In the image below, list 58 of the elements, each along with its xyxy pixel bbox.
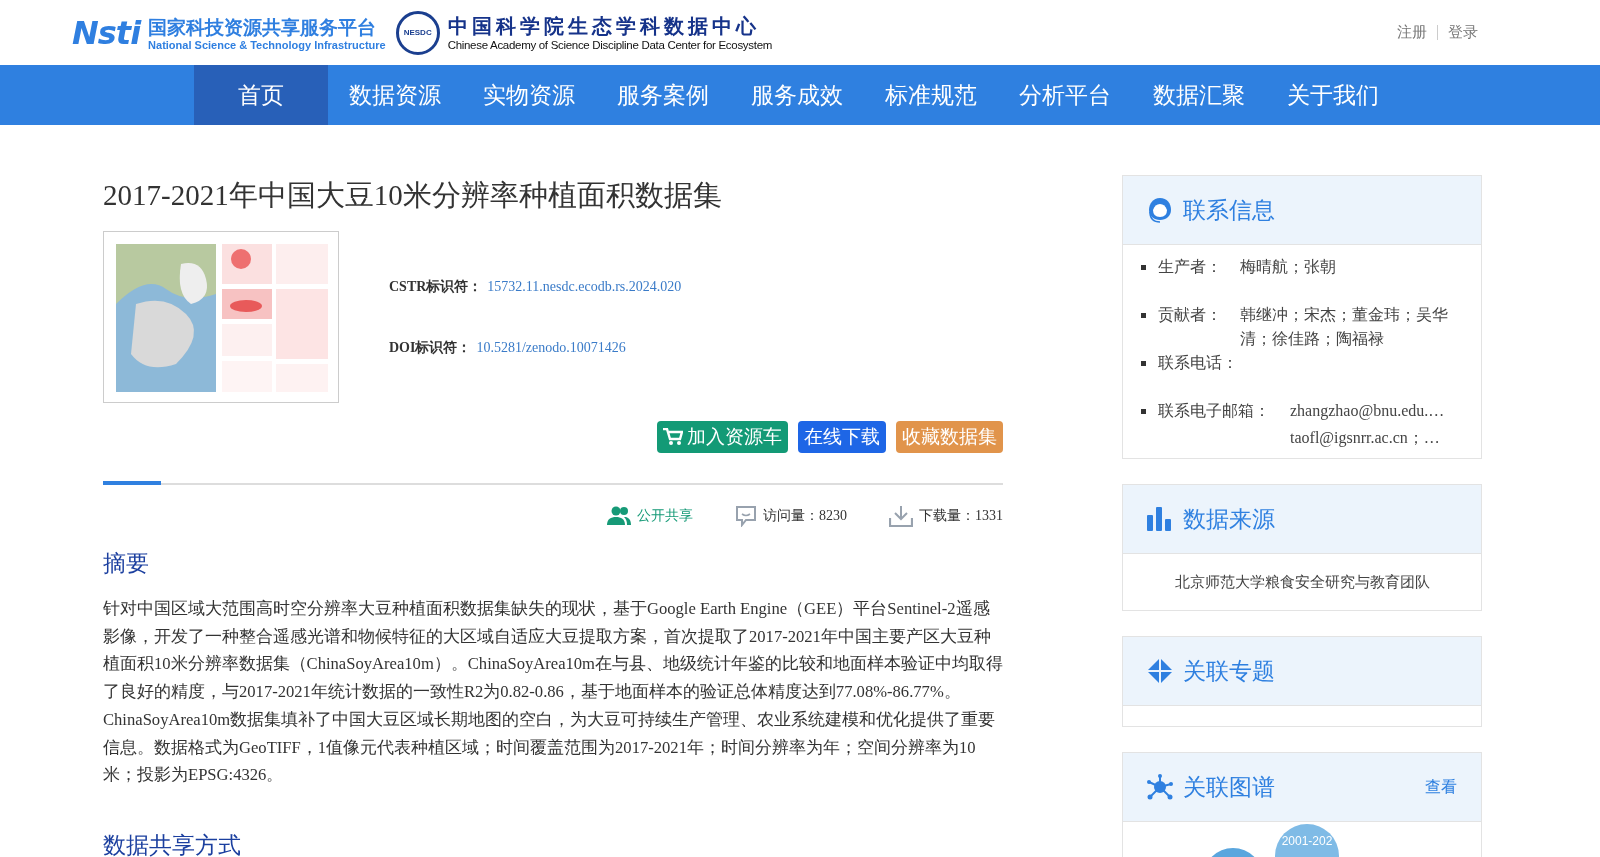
view-link[interactable]: 查看 xyxy=(1425,776,1457,798)
download-icon xyxy=(889,505,913,527)
list-bullet xyxy=(1141,361,1146,366)
quadrant-icon xyxy=(1147,658,1173,684)
nav-item[interactable]: 分析平台 xyxy=(998,65,1132,125)
identifier-label: CSTR标识符： xyxy=(389,279,483,294)
contact-value: 梅晴航；张朝 xyxy=(1240,257,1336,278)
stat-text: 访问量：8230 xyxy=(763,507,847,525)
bar-chart-icon xyxy=(1147,507,1173,531)
stat-text: 公开共享 xyxy=(637,507,693,525)
nav-item[interactable]: 实物资源 xyxy=(462,65,596,125)
source-text: 北京师范大学粮食安全研究与教育团队 xyxy=(1174,572,1430,592)
stat-text: 下载量：1331 xyxy=(919,507,1003,525)
contact-label: 生产者： xyxy=(1158,257,1223,278)
users-icon xyxy=(607,506,631,526)
contact-label: 联系电话： xyxy=(1158,353,1239,374)
abstract-text: 针对中国区域大范围高时空分辨率大豆种植面积数据集缺失的现状，基于Google Earth Engine（GEE）平台Sentinel-2遥感影像，开发了一种整合遥感光谱和物候特征的大区域自适应大豆提取方案，首次提取了2017-2021年中国主要产区大豆种植面积10米分辨率数据集（ChinaSoyArea10m）。ChinaSoyArea10m在与县、地级统计年鉴的比较和地面样本验证中均取得了良好的精度，与2017-2021年统计数据的一致性R2为0.82-0.86，基于地面样本的验证总体精度达到77.08%-86.77%。ChinaSoyArea10m数据集填补了中国大豆区域长期地图的空白，为大豆可持续生产管理、农业系统建模和优化提供了重要信息。数据格式为GeoTIFF，1值像元代表种植区域；时间覆盖范围为2017-2021年；时间分辨率为年；空间分辨率为10米；投影为EPSG:4326。 xyxy=(103,598,1003,787)
logo: Nsti xyxy=(72,13,141,52)
list-bullet xyxy=(1141,313,1146,318)
center-logo: NESDC xyxy=(395,10,440,55)
contact-label: 联系电子邮箱： xyxy=(1158,401,1271,422)
section-heading: 摘要 xyxy=(103,549,150,578)
identifier-label: DOI标识符： xyxy=(389,340,472,355)
identifier-link[interactable]: 10.5281/zenodo.10071426 xyxy=(476,340,626,355)
contact-value: taofl@igsnrr.ac.cn；… xyxy=(1290,428,1441,449)
favorite-button[interactable]: 收藏数据集 xyxy=(896,421,1003,453)
network-icon xyxy=(1147,774,1173,800)
contact-value: 韩继冲；宋杰；董金玮；吴华清；徐佳路；陶福禄 xyxy=(1240,305,1449,350)
nav-item[interactable]: 数据资源 xyxy=(328,65,462,125)
cart-button[interactable]: 加入资源车 xyxy=(657,421,788,453)
identifier-link[interactable]: 15732.11.nesdc.ecodb.rs.2024.020 xyxy=(487,279,682,294)
nav-item[interactable]: 数据汇聚 xyxy=(1132,65,1266,125)
cart-icon xyxy=(663,428,683,446)
auth-link[interactable]: 注册 xyxy=(1397,23,1427,42)
section-heading: 数据共享方式 xyxy=(103,830,242,857)
card-title: 关联专题 xyxy=(1183,656,1276,686)
graph-node[interactable]: 2001-202 xyxy=(1275,824,1339,857)
nav-item[interactable]: 服务案例 xyxy=(596,65,730,125)
contact-label: 贡献者： xyxy=(1158,305,1223,326)
nav-item[interactable]: 服务成效 xyxy=(730,65,864,125)
tab-indicator xyxy=(103,481,161,485)
card-title: 关联图谱 xyxy=(1183,772,1276,802)
auth-link[interactable]: 登录 xyxy=(1448,23,1478,42)
platform-name-en: National Science & Technology Infrastructure xyxy=(148,38,386,51)
list-bullet xyxy=(1141,265,1146,270)
center-name: 中国科学院生态学科数据中心 xyxy=(447,14,761,39)
platform-name: 国家科技资源共享服务平台 xyxy=(148,14,378,39)
nav-item[interactable]: 首页 xyxy=(194,65,328,125)
nav-item[interactable]: 关于我们 xyxy=(1266,65,1400,125)
center-name-en: Chinese Academy of Science Discipline Data Center for Ecosystem xyxy=(447,39,772,51)
card-title: 数据来源 xyxy=(1183,504,1276,534)
nav-item[interactable]: 标准规范 xyxy=(864,65,998,125)
list-bullet xyxy=(1141,409,1146,414)
card-title: 联系信息 xyxy=(1183,195,1276,225)
dataset-title: 2017-2021年中国大豆10米分辨率种植面积数据集 xyxy=(103,178,723,213)
comment-icon xyxy=(735,505,757,527)
download-button[interactable]: 在线下载 xyxy=(798,421,886,453)
contact-value: zhangzhao@bnu.edu.… xyxy=(1290,401,1445,422)
